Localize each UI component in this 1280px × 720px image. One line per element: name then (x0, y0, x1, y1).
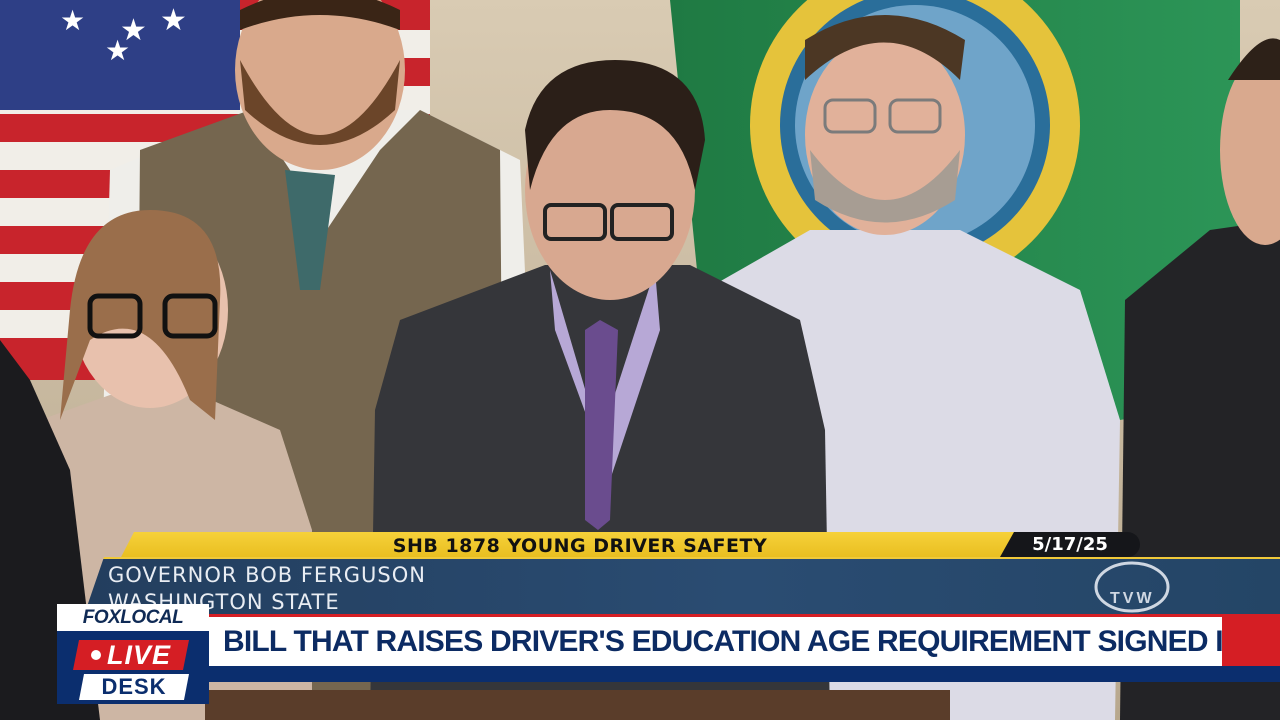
svg-text:★: ★ (105, 34, 130, 67)
desk-label: DESK (79, 674, 189, 700)
live-label: LIVE (106, 639, 171, 670)
svg-text:★: ★ (160, 3, 187, 38)
live-desk-panel: LIVE DESK (57, 631, 209, 704)
foxlocal-wordmark: FOXLOCAL (57, 604, 209, 631)
tvw-logo-text: TVW (1110, 590, 1155, 607)
topic-banner: SHB 1878 YOUNG DRIVER SAFETY (120, 532, 1040, 559)
speaker-name: GOVERNOR BOB FERGUSON (108, 563, 426, 587)
date-tag: 5/17/25 (1000, 532, 1140, 557)
svg-text:★: ★ (60, 4, 85, 37)
headline-accent (1222, 614, 1280, 666)
fox-live-desk-logo: FOXLOCAL LIVE DESK (57, 604, 209, 704)
live-dot-icon (91, 650, 101, 660)
live-badge: LIVE (73, 640, 189, 670)
podium (205, 690, 950, 720)
headline-chyron: BILL THAT RAISES DRIVER'S EDUCATION AGE … (209, 614, 1280, 666)
headline-underline (209, 666, 1280, 682)
video-frame: ★ ★ ★ ★ SHB 1878 YOUNG DRIVER SAFETY 5/1… (0, 0, 1280, 720)
